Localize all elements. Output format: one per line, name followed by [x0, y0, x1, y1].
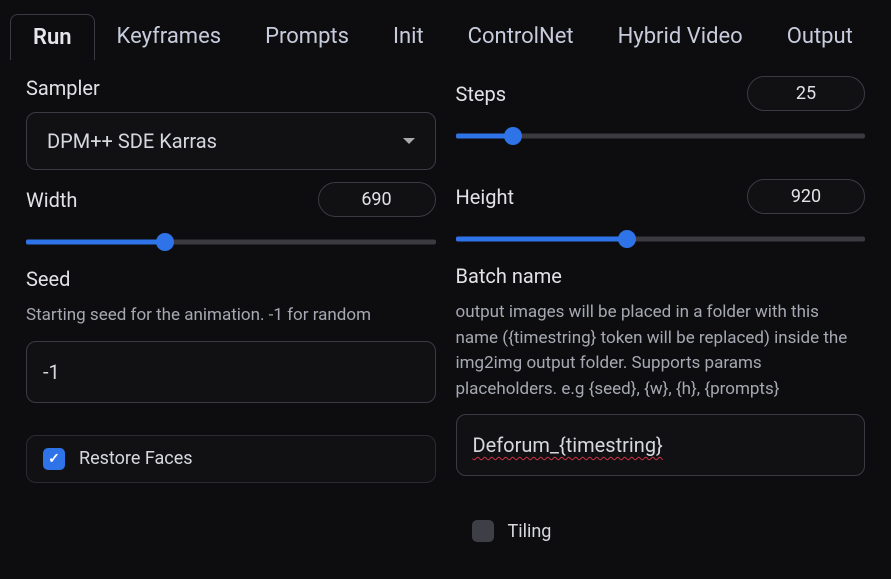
tiling-label: Tiling [508, 521, 552, 542]
chevron-down-icon [403, 138, 415, 144]
tab-hybrid-video[interactable]: Hybrid Video [596, 14, 765, 60]
tiling-checkbox[interactable]: Tiling [456, 508, 866, 554]
tab-init[interactable]: Init [371, 14, 446, 60]
sampler-value: DPM++ SDE Karras [47, 129, 217, 153]
batch-name-label: Batch name [456, 264, 866, 288]
width-label: Width [26, 188, 77, 212]
tab-keyframes[interactable]: Keyframes [95, 14, 244, 60]
width-input[interactable]: 690 [318, 182, 436, 217]
tab-bar: Run Keyframes Prompts Init ControlNet Hy… [0, 14, 891, 60]
batch-name-input[interactable]: Deforum_{timestring} [456, 414, 866, 476]
batch-name-desc: output images will be placed in a folder… [456, 300, 866, 402]
seed-input[interactable]: -1 [26, 341, 436, 403]
steps-label: Steps [456, 82, 507, 106]
tab-run[interactable]: Run [10, 14, 95, 60]
tab-controlnet[interactable]: ControlNet [446, 14, 596, 60]
checkbox-checked-icon: ✓ [43, 448, 65, 470]
seed-desc: Starting seed for the animation. -1 for … [26, 303, 436, 329]
tab-output[interactable]: Output [765, 14, 875, 60]
height-slider[interactable] [456, 226, 866, 252]
checkbox-unchecked-icon [472, 520, 494, 542]
restore-faces-label: Restore Faces [79, 448, 193, 469]
steps-slider[interactable] [456, 123, 866, 149]
height-label: Height [456, 185, 515, 209]
tab-prompts[interactable]: Prompts [243, 14, 371, 60]
seed-label: Seed [26, 267, 436, 291]
sampler-dropdown[interactable]: DPM++ SDE Karras [26, 112, 436, 170]
sampler-label: Sampler [26, 76, 436, 100]
steps-input[interactable]: 25 [747, 76, 865, 111]
restore-faces-checkbox[interactable]: ✓ Restore Faces [26, 435, 436, 483]
width-slider[interactable] [26, 229, 436, 255]
height-input[interactable]: 920 [747, 179, 865, 214]
